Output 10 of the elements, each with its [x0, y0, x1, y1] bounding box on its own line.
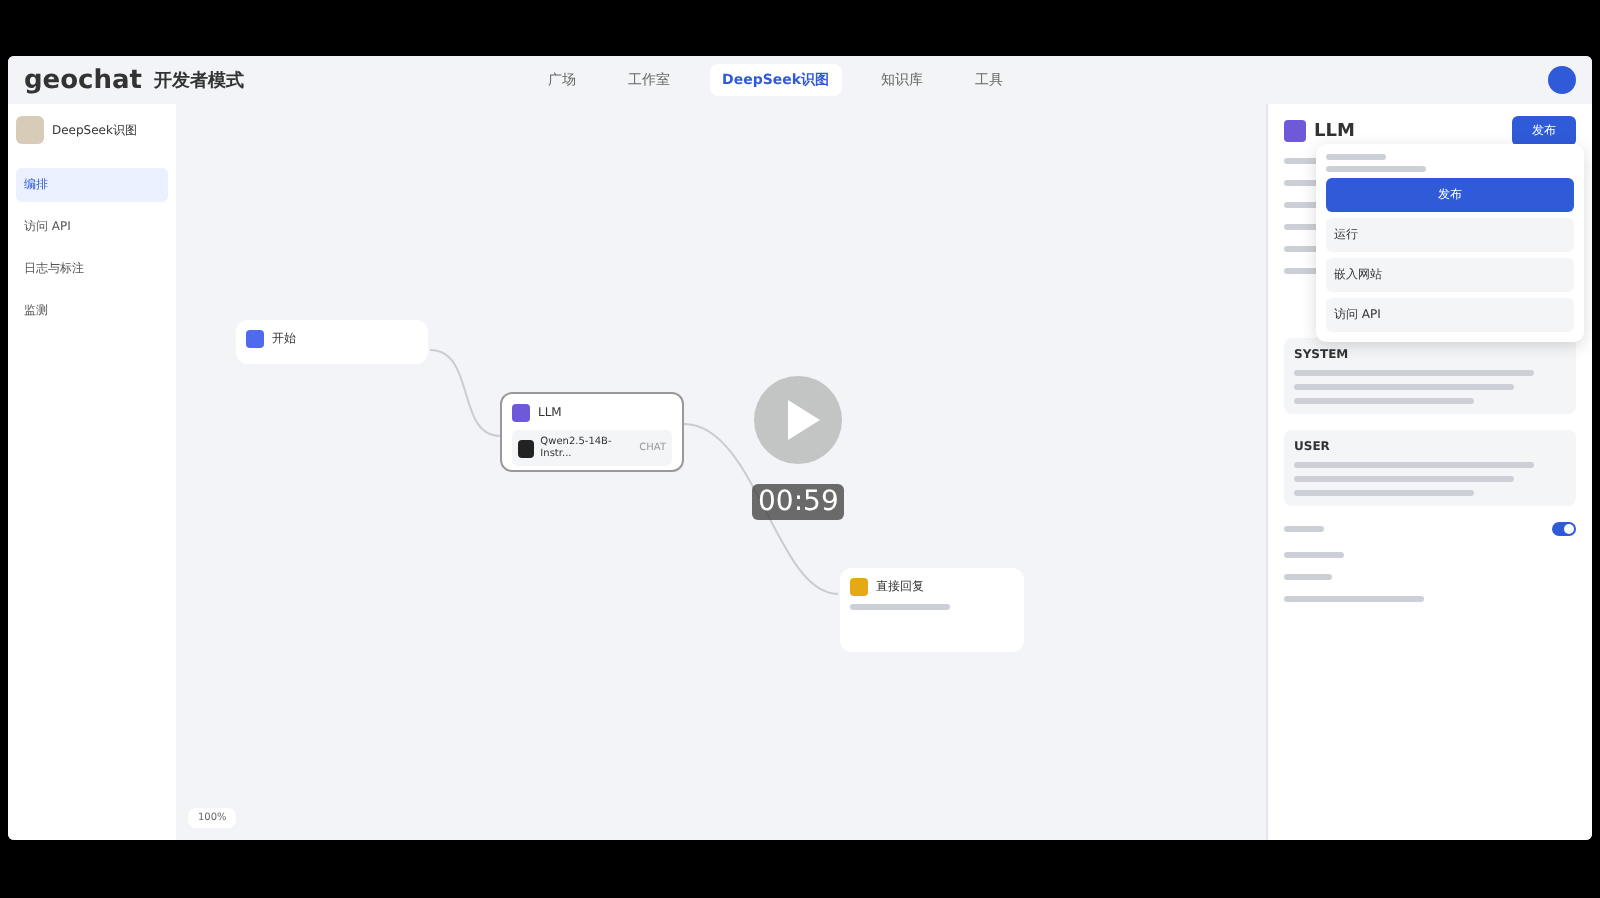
panel-title: LLM	[1314, 121, 1355, 141]
model-icon	[518, 439, 535, 457]
mode-label: 开发者模式	[154, 68, 245, 93]
connector-line	[429, 349, 501, 437]
app-icon	[16, 116, 44, 144]
toggle-switch[interactable]	[1552, 522, 1576, 536]
avatar-circle[interactable]	[1548, 66, 1576, 94]
video-timestamp: 00:59	[752, 484, 845, 520]
llm-icon	[1284, 120, 1306, 142]
logo-text: geochat	[24, 65, 143, 95]
